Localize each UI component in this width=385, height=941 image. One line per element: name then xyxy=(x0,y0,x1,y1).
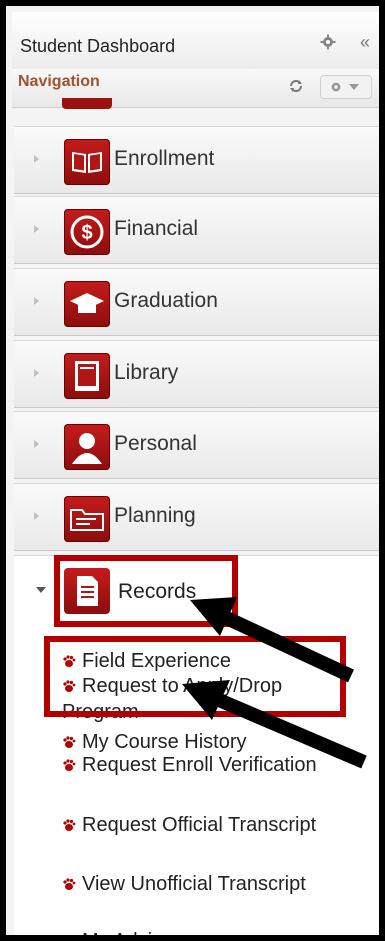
annotation-arrows xyxy=(182,597,367,769)
dashboard-frame: Student Dashboard « Navigation Enrollmen… xyxy=(0,0,385,941)
arrow-pointer-icon xyxy=(190,597,354,683)
arrow-pointer-icon xyxy=(182,680,367,769)
paw-bullet-icon xyxy=(62,934,76,941)
